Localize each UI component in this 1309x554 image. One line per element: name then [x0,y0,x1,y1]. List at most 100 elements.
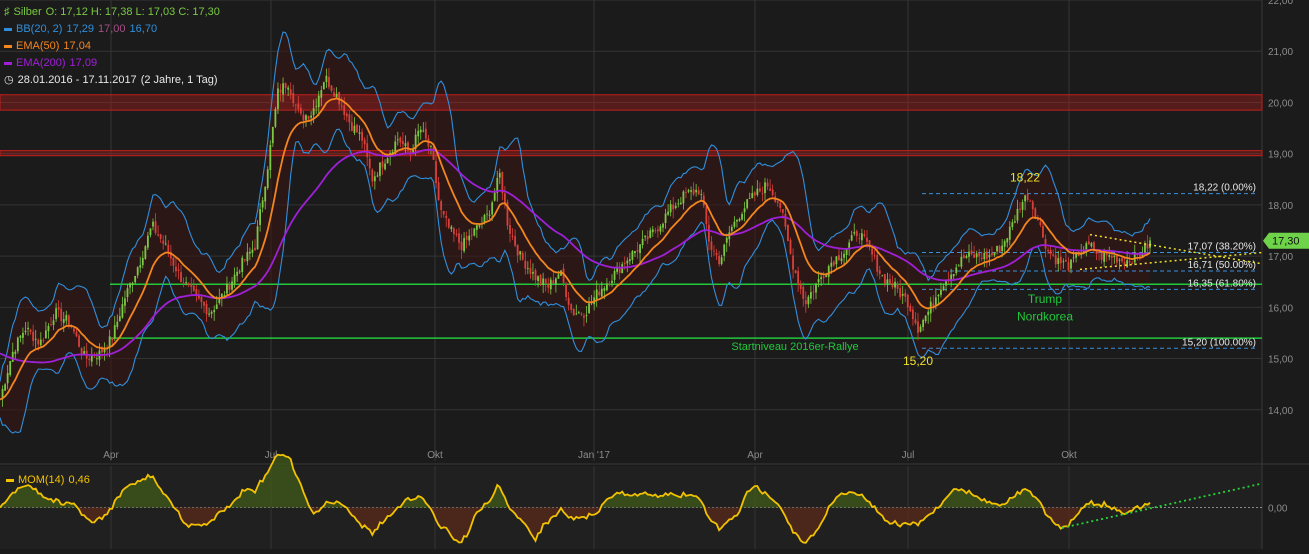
candle-body [460,241,463,251]
candle-body [1031,201,1034,210]
candle-body [442,210,445,215]
candle-body [450,226,453,230]
candle-body [34,338,37,340]
candle-body [32,331,35,341]
candle-body [90,355,93,362]
candle-body [937,294,940,297]
candle-body [11,351,14,362]
candle-body [310,115,312,118]
x-tick-label: Okt [427,450,443,461]
legend-mom-value: 0,46 [68,474,90,486]
candle-body [830,262,833,267]
mom-legend: MOM(14) 0,46 [6,474,90,486]
candle-body [1100,252,1103,260]
candle-body [297,103,300,110]
candle-body [241,257,244,273]
candle-body [771,189,774,196]
candle-body [776,201,779,203]
candle-body [284,82,287,89]
candle-body [970,250,973,255]
candle-body [80,348,83,355]
candle-body [1001,245,1004,252]
candle-body [154,221,157,233]
candle-body [532,272,534,274]
candle-body [669,204,672,213]
candle-body [917,321,919,333]
candle-body [1042,226,1044,238]
candle-body [968,251,970,257]
candle-body [804,300,807,304]
candle-body [292,92,295,104]
candle-body [24,330,27,333]
candle-body [511,235,514,237]
candle-body [78,335,80,347]
candle-body [993,252,996,256]
candle-body [901,293,904,296]
legend-mom-label: MOM(14) [18,474,65,486]
candle-body [246,252,249,262]
fib-level-label: 16,35 (61.80%) [1188,278,1256,289]
candle-body [412,150,414,153]
candle-body [440,201,443,211]
candle-body [682,191,685,204]
fib-level-label: 17,07 (38.20%) [1188,242,1256,253]
candle-body [912,309,914,320]
candle-body [832,261,835,266]
candle-body [1126,260,1128,268]
candle-body [998,246,1001,253]
candle-body [952,273,955,277]
candle-body [371,169,374,182]
candle-body [1121,258,1123,262]
candle-body [697,190,700,195]
candle-body [567,297,570,305]
candle-body [333,92,335,97]
candle-body [957,265,960,267]
candle-body [1110,255,1113,258]
candle-body [172,257,175,266]
x-tick-label: Apr [747,450,763,461]
candle-body [685,192,687,193]
candle-body [894,281,896,288]
candle-body [1090,243,1093,247]
candle-body [580,313,583,315]
candle-body [713,250,715,252]
candles-icon: ♯ [4,6,10,18]
candle-body [404,143,407,147]
candle-body [195,289,198,295]
candle-body [690,190,692,192]
legend-row-ema50: EMA(50) 17,04 [4,38,224,55]
candle-body [794,270,797,274]
candle-body [325,75,328,82]
candle-body [302,114,305,121]
candle-body [927,311,930,316]
candle-body [595,289,598,300]
mom-swatch-icon [6,478,14,482]
candle-body [1065,259,1067,262]
candle-body [779,202,782,209]
candle-body [552,280,555,284]
x-tick-label: Okt [1061,450,1077,461]
candle-body [162,240,165,244]
candle-body [322,82,325,90]
candle-body [75,331,78,337]
candle-body [521,252,524,260]
candle-body [305,115,307,120]
legend-ohlc: O: 17,12 H: 17,38 L: 17,03 C: 17,30 [45,6,220,18]
candle-body [583,315,585,318]
candle-body [1116,255,1118,263]
candle-body [129,283,131,288]
candle-body [4,384,6,391]
candle-body [861,233,863,241]
legend-row-period: ◷ 28.01.2016 - 17.11.2017 (2 Jahre, 1 Ta… [4,72,224,89]
candle-body [985,251,988,259]
candle-body [529,267,532,274]
candle-body [919,326,922,332]
legend-bb-label: BB(20, 2) [16,23,63,35]
candle-body [914,319,917,324]
indicator-legend: ♯ Silber O: 17,12 H: 17,38 L: 17,03 C: 1… [4,4,224,89]
candle-body [417,130,420,137]
candle-body [932,303,935,306]
candle-body [317,95,320,108]
candle-body [940,289,942,295]
candle-body [9,360,12,376]
